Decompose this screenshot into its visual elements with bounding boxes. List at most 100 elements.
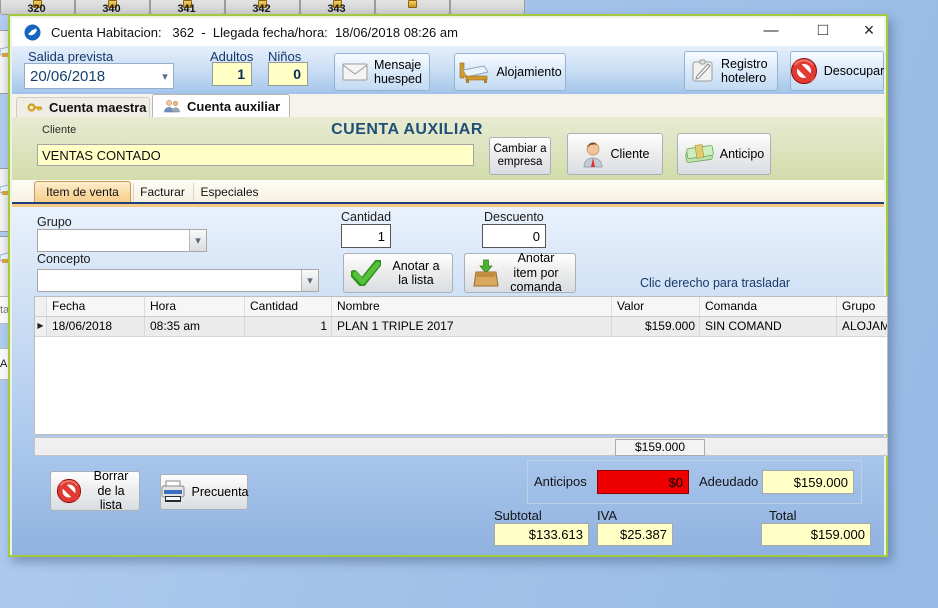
item-de-venta-panel: Grupo ▾ Cantidad 1 Descuento 0 Concepto … <box>12 202 884 555</box>
printer-icon <box>160 480 186 504</box>
salida-prevista-value: 20/06/2018 <box>25 68 157 85</box>
adeudado-label: Adeudado <box>699 474 758 489</box>
minimize-button[interactable]: — <box>758 18 784 42</box>
cell-comanda: SIN COMAND <box>700 317 837 336</box>
cambiar-a-empresa-button[interactable]: Cambiar a empresa <box>489 137 551 175</box>
cuenta-habitacion-window: Cuenta Habitacion: 362 - Llegada fecha/h… <box>8 14 888 557</box>
ninos-field[interactable]: 0 <box>268 62 308 86</box>
col-hora: Hora <box>145 297 245 316</box>
background-room-strip: 320 340 341 342 343 <box>0 0 566 13</box>
alojamiento-label: Alojamiento <box>496 65 561 79</box>
cliente-button[interactable]: Cliente <box>567 133 663 175</box>
row-selector-icon: ▶ <box>35 317 47 336</box>
adeudado-value: $159.000 <box>762 470 854 494</box>
col-comanda: Comanda <box>700 297 837 316</box>
tab-cuenta-maestra[interactable]: Cuenta maestra <box>16 97 150 117</box>
cliente-input[interactable]: VENTAS CONTADO <box>37 144 474 166</box>
anticipo-label: Anticipo <box>720 147 764 161</box>
cantidad-field[interactable]: 1 <box>341 224 391 248</box>
table-row[interactable]: ▶ 18/06/2018 08:35 am 1 PLAN 1 TRIPLE 20… <box>35 317 887 337</box>
cell-nombre: PLAN 1 TRIPLE 2017 <box>332 317 612 336</box>
tab-cuenta-auxiliar[interactable]: Cuenta auxiliar <box>152 94 290 117</box>
chevron-down-icon[interactable]: ▾ <box>301 270 318 291</box>
envelope-icon <box>342 63 368 81</box>
toolbar: Salida prevista 20/06/2018 ▾ Adultos 1 N… <box>12 46 884 94</box>
box-arrow-icon <box>473 259 499 287</box>
subtotal-label: Subtotal <box>494 508 542 523</box>
anotar-a-la-lista-label: Anotar a la lista <box>387 259 445 288</box>
col-valor: Valor <box>612 297 700 316</box>
descuento-label: Descuento <box>484 210 544 224</box>
cell-fecha: 18/06/2018 <box>47 317 145 336</box>
anotar-a-la-lista-button[interactable]: Anotar a la lista <box>343 253 453 293</box>
registro-hotelero-button[interactable]: Registro hotelero <box>684 51 778 91</box>
precuenta-button[interactable]: Precuenta <box>160 474 248 510</box>
sale-subtabs: Item de venta Facturar Especiales <box>12 180 884 202</box>
chevron-down-icon[interactable]: ▾ <box>157 70 173 83</box>
col-fecha: Fecha <box>47 297 145 316</box>
subtotal-value: $133.613 <box>494 523 589 546</box>
subtab-especiales[interactable]: Especiales <box>193 183 265 201</box>
alojamiento-button[interactable]: Alojamiento <box>454 53 566 91</box>
col-cantidad: Cantidad <box>245 297 332 316</box>
selector-header-cell <box>35 297 47 316</box>
iva-label: IVA <box>597 508 617 523</box>
registro-hotelero-label: Registro hotelero <box>721 57 771 86</box>
no-entry-icon <box>790 57 818 85</box>
traslado-hint: Clic derecho para trasladar <box>640 276 790 290</box>
close-button[interactable]: × <box>856 18 882 42</box>
titlebar: Cuenta Habitacion: 362 - Llegada fecha/h… <box>12 18 884 46</box>
maximize-button[interactable]: □ <box>810 18 836 42</box>
table-total-bar: $159.000 <box>34 437 888 456</box>
subtab-facturar[interactable]: Facturar <box>133 183 191 201</box>
col-nombre: Nombre <box>332 297 612 316</box>
notepad-icon <box>691 59 715 83</box>
key-icon <box>408 0 417 8</box>
no-entry-icon <box>56 478 82 504</box>
account-tabstrip: Cuenta maestra Cuenta auxiliar <box>12 94 884 118</box>
total-label: Total <box>769 508 796 523</box>
mensaje-huesped-button[interactable]: Mensaje huesped <box>334 53 430 91</box>
subtab-item-de-venta[interactable]: Item de venta <box>34 181 131 202</box>
active-subtab-accent <box>12 204 884 207</box>
iva-value: $25.387 <box>597 523 673 546</box>
items-table: Fecha Hora Cantidad Nombre Valor Comanda… <box>34 296 888 435</box>
cuenta-auxiliar-panel: CUENTA AUXILIAR Cliente VENTAS CONTADO C… <box>12 117 884 180</box>
people-icon <box>163 99 181 114</box>
anticipos-value: $0 <box>597 470 689 494</box>
screen: 320 340 341 342 343 <box>0 0 938 608</box>
room-tab[interactable] <box>450 0 525 15</box>
person-icon <box>581 140 605 168</box>
cell-cantidad: 1 <box>245 317 332 336</box>
window-title: Cuenta Habitacion: 362 - Llegada fecha/h… <box>51 25 458 40</box>
anotar-item-por-comanda-button[interactable]: Anotar item por comanda <box>464 253 576 293</box>
cliente-button-label: Cliente <box>611 147 650 161</box>
key-icon <box>27 101 43 114</box>
table-header-row: Fecha Hora Cantidad Nombre Valor Comanda… <box>35 297 887 317</box>
cell-hora: 08:35 am <box>145 317 245 336</box>
tab-cuenta-maestra-label: Cuenta maestra <box>49 100 147 115</box>
descuento-field[interactable]: 0 <box>482 224 546 248</box>
borrar-de-la-lista-button[interactable]: Borrar de la lista <box>50 471 140 511</box>
desocupar-button[interactable]: Desocupar <box>790 51 884 91</box>
cliente-label: Cliente <box>42 124 76 136</box>
bed-icon <box>458 60 490 84</box>
concepto-combobox[interactable]: ▾ <box>37 269 319 292</box>
desocupar-label: Desocupar <box>824 64 884 78</box>
salida-prevista-combobox[interactable]: 20/06/2018 ▾ <box>24 63 174 89</box>
grupo-label: Grupo <box>37 215 72 229</box>
app-icon <box>24 24 41 41</box>
cell-grupo: ALOJAMIE <box>837 317 887 336</box>
chevron-down-icon[interactable]: ▾ <box>189 230 206 251</box>
precuenta-label: Precuenta <box>192 485 249 499</box>
cantidad-label: Cantidad <box>341 210 391 224</box>
anotar-item-por-comanda-label: Anotar item por comanda <box>505 251 567 294</box>
mensaje-huesped-label: Mensaje huesped <box>374 58 422 87</box>
salida-prevista-label: Salida prevista <box>28 49 113 64</box>
grupo-combobox[interactable]: ▾ <box>37 229 207 252</box>
adultos-field[interactable]: 1 <box>212 62 252 86</box>
money-icon <box>684 143 714 165</box>
table-total-value: $159.000 <box>615 439 705 456</box>
anticipo-button[interactable]: Anticipo <box>677 133 771 175</box>
tab-cuenta-auxiliar-label: Cuenta auxiliar <box>187 99 280 114</box>
